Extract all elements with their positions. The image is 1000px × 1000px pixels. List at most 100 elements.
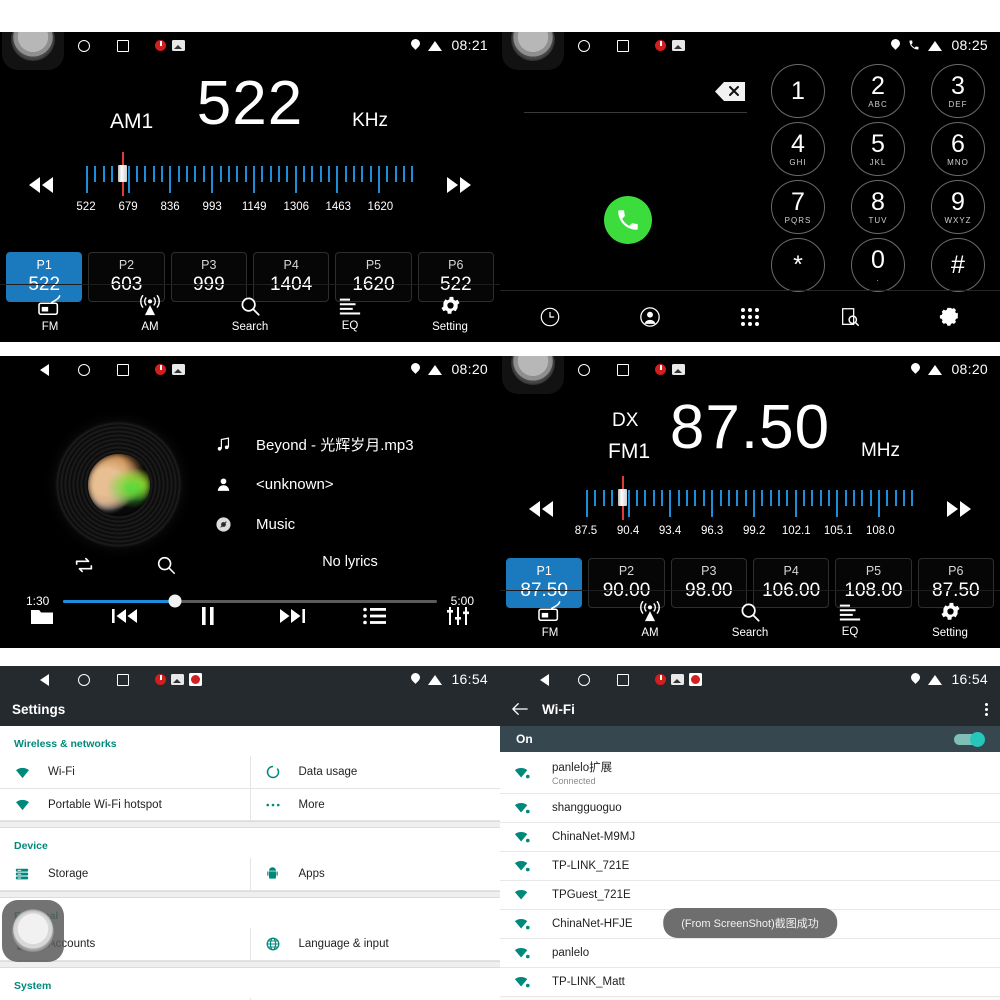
recents-icon[interactable] [116,39,129,52]
wifi-network-row[interactable]: TP-LINK_Matt [500,968,1000,997]
scale-ticks [586,476,914,524]
wifi-network-row[interactable]: TPGuest_721E [500,881,1000,910]
settings-item-more[interactable]: More [250,789,500,821]
settings-item-storage[interactable]: Storage [0,858,251,891]
recents-icon[interactable] [616,363,629,376]
floating-knob-button[interactable] [2,900,64,962]
floating-knob-button[interactable] [2,32,64,70]
wifi-network-row[interactable]: shangguoguo [500,794,1000,823]
dial-key-1[interactable]: 1 [771,64,825,118]
tuning-scale[interactable]: 522 679 836 993 1149 1306 1463 1620 [76,150,414,219]
wifi-secured-icon [514,946,532,960]
dial-key-2[interactable]: 2 ABC [851,64,905,118]
dial-key-4[interactable]: 4 GHI [771,122,825,176]
repeat-icon[interactable] [73,554,95,576]
settings-item-apps[interactable]: Apps [250,858,500,891]
tuner-slider-handle[interactable] [118,165,128,182]
tab-keypad[interactable] [700,307,800,327]
next-track-icon[interactable] [250,607,333,625]
tab-settings[interactable] [900,306,1000,328]
tab-eq[interactable]: EQ [300,296,400,332]
dial-key-5[interactable]: 5 JKL [851,122,905,176]
dial-key-8[interactable]: 8 TUV [851,180,905,234]
recents-icon[interactable] [616,39,629,52]
overflow-menu-icon[interactable] [985,702,988,716]
home-icon[interactable] [577,363,590,376]
tuning-scale[interactable]: 87.5 90.4 93.4 96.3 99.2 102.1 105.1 108.0 [575,474,914,543]
tab-am[interactable]: AM [600,600,700,639]
floating-knob-button[interactable] [502,32,564,70]
seek-up-button[interactable] [936,492,982,526]
floating-knob-button[interactable] [502,356,564,394]
tab-search[interactable]: Search [200,295,300,333]
dial-key-letters: MNO [947,157,969,167]
tab-setting[interactable]: Setting [900,600,1000,639]
phone-number-input[interactable] [524,86,695,110]
seek-down-button[interactable] [518,492,564,526]
tab-contact-search[interactable] [800,306,900,328]
tab-search[interactable]: Search [700,601,800,639]
dial-key-3[interactable]: 3 DEF [931,64,985,118]
screenshot-collage: 08:21 AM1 522 KHz 522 679 836 993 1149 1… [0,0,1000,1000]
preset-number: P3 [701,564,717,579]
dial-key-7[interactable]: 7 PQRS [771,180,825,234]
call-button[interactable] [604,196,652,244]
settings-item-wi-fi[interactable]: Wi-Fi [0,756,251,789]
dx-label[interactable]: DX [612,410,638,432]
dial-key-6[interactable]: 6 MNO [931,122,985,176]
status-bar: 08:20 [0,356,500,382]
tab-fm[interactable]: FM [0,294,100,333]
tab-recent-calls[interactable] [500,306,600,328]
recents-icon[interactable] [616,673,629,686]
home-icon[interactable] [77,39,90,52]
dial-key-9[interactable]: 9 WXYZ [931,180,985,234]
scale-tick [394,166,397,182]
wifi-network-row[interactable]: panlelo扩展 Connected [500,752,1000,794]
wifi-network-row[interactable]: ChinaNet-M9MJ [500,823,1000,852]
tab-fm[interactable]: FM [500,600,600,639]
tab-am[interactable]: AM [100,294,200,333]
bottom-tab-bar: FM AM Search EQ Setting [500,590,1000,648]
folder-icon[interactable] [0,606,83,626]
settings-item-portable-wi-fi-hotspot[interactable]: Portable Wi-Fi hotspot [0,789,251,821]
wifi-network-name: ChinaNet-M9MJ [552,831,636,843]
wifi-network-row[interactable]: panlelo [500,939,1000,968]
search-icon[interactable] [155,554,177,576]
back-icon[interactable] [538,673,551,686]
tuner-slider-handle[interactable] [618,489,628,506]
recents-icon[interactable] [116,673,129,686]
playlist-icon[interactable] [333,607,416,625]
home-icon[interactable] [577,39,590,52]
dial-key-hash[interactable]: # [931,238,985,292]
recents-icon[interactable] [116,363,129,376]
back-icon[interactable] [38,673,51,686]
power-icon [155,39,166,51]
settings-item-language-input[interactable]: Language & input [250,928,500,961]
dial-key-number: 3 [951,71,965,100]
backspace-button[interactable] [715,82,745,101]
home-icon[interactable] [77,673,90,686]
dial-key-0[interactable]: 0. [851,238,905,292]
pause-icon[interactable] [167,606,250,626]
tab-eq[interactable]: EQ [800,602,900,638]
wifi-toggle-switch[interactable] [954,731,985,747]
tab-setting[interactable]: Setting [400,294,500,333]
equalizer-sliders-icon[interactable] [417,606,500,626]
dial-key-star[interactable]: * [771,238,825,292]
fm-radio-icon [38,294,62,317]
seek-down-button[interactable] [18,168,64,202]
back-icon[interactable] [38,363,51,376]
home-icon[interactable] [577,673,590,686]
tab-contacts[interactable] [600,306,700,328]
artist-row: <unknown> [212,464,488,504]
equalizer-icon [838,602,862,622]
back-arrow-icon[interactable] [512,701,528,717]
wifi-network-row[interactable]: TP-LINK_721E [500,852,1000,881]
am-radio-body: AM1 522 KHz 522 679 836 993 1149 1306 1463 1620 [0,58,500,342]
home-icon[interactable] [77,363,90,376]
previous-track-icon[interactable] [83,607,166,625]
panel-phone-dialer: 08:25 1 2 ABC 3 DEF 4 GHI 5 JKL 6 MNO 7 PQRS 8 TUV 9 WXY… [500,32,1000,342]
settings-item-data-usage[interactable]: Data usage [250,756,500,789]
seek-up-button[interactable] [436,168,482,202]
wifi-toggle-row[interactable]: On [500,726,1000,752]
